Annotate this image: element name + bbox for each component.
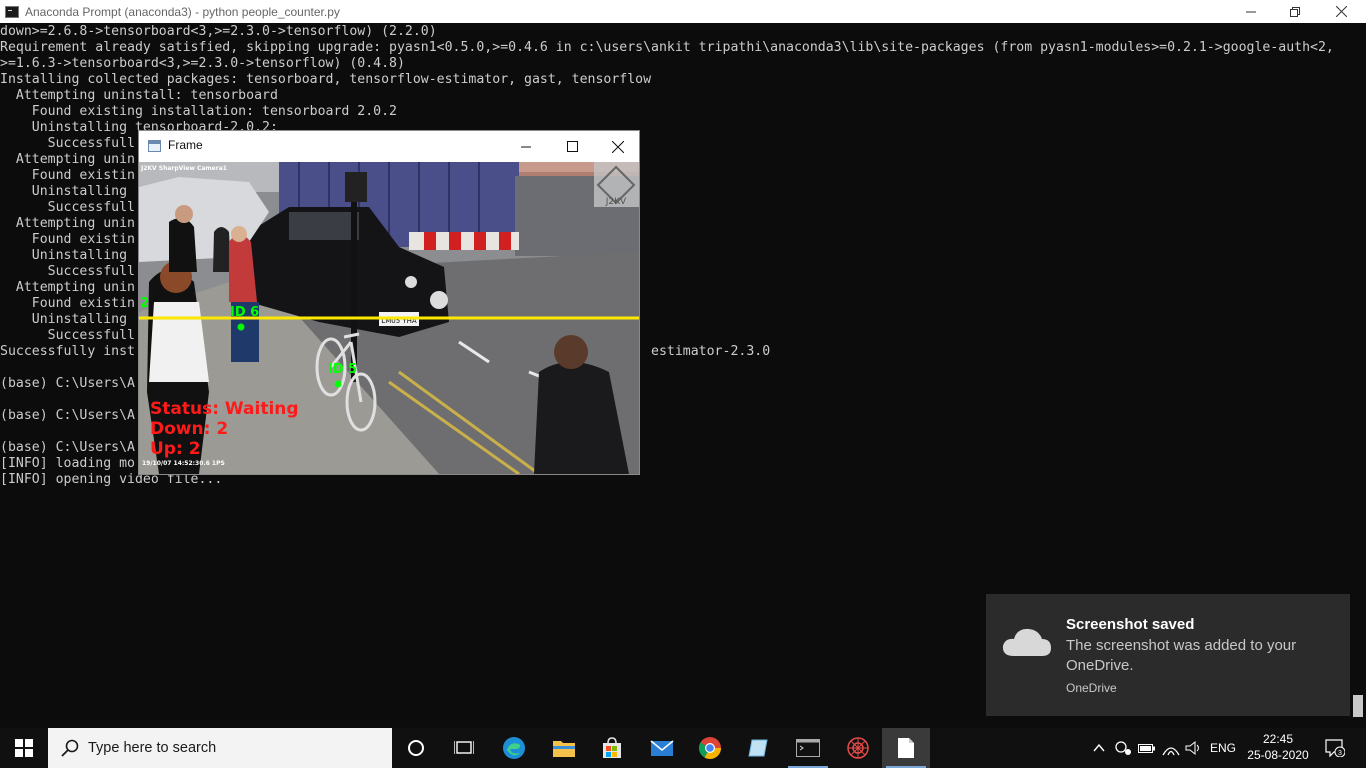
- notepad-app-icon: [748, 739, 768, 757]
- minimize-button[interactable]: [1228, 0, 1274, 23]
- battery-icon: [1138, 744, 1155, 753]
- spider-web-icon: [847, 737, 869, 759]
- taskbar-clock[interactable]: 22:45 25-08-2020: [1238, 731, 1318, 763]
- search-input[interactable]: [88, 740, 368, 756]
- taskbar-store[interactable]: [588, 728, 636, 768]
- minimize-icon: [1246, 11, 1256, 12]
- notification-toast[interactable]: Screenshot saved The screenshot was adde…: [986, 594, 1350, 716]
- frame-window-title: Frame: [168, 138, 203, 152]
- tray-volume[interactable]: [1183, 728, 1205, 768]
- cortana-button[interactable]: [392, 728, 440, 768]
- minimize-icon: [521, 146, 531, 147]
- video-frame: LM05 YHA J2KV J2KV SharpView Camera1 2 I…: [139, 162, 639, 474]
- close-icon: [612, 140, 624, 153]
- track-label-id5: ID 5: [328, 362, 358, 377]
- console-line: down>=2.6.8->tensorboard<3,>=2.3.0->tens…: [0, 24, 437, 39]
- tray-wifi[interactable]: [1160, 728, 1182, 768]
- taskbar-spider-app[interactable]: [834, 728, 882, 768]
- toast-source: OneDrive: [1066, 681, 1117, 695]
- frame-minimize-button[interactable]: [503, 131, 549, 162]
- restore-icon: [1290, 6, 1300, 17]
- console-window-title: Anaconda Prompt (anaconda3) - python peo…: [25, 4, 340, 19]
- cortana-circle-icon: [408, 740, 424, 756]
- scroll-down-arrow-icon[interactable]: ▼: [1350, 706, 1366, 720]
- up-count: Up: 2: [150, 439, 201, 459]
- speaker-icon: [1185, 740, 1199, 756]
- taskbar-mail[interactable]: [638, 728, 686, 768]
- taskbar-edge[interactable]: [490, 728, 538, 768]
- video-timestamp: 19/10/07 14:52:30.6 1PS: [142, 460, 225, 467]
- camera-logo-text: J2KV: [605, 197, 627, 207]
- console-line: Requirement already satisfied, skipping …: [0, 40, 1334, 55]
- line-count-label: 2: [140, 296, 150, 311]
- edge-browser-icon: [503, 737, 525, 759]
- frame-titlebar[interactable]: Frame: [139, 131, 639, 162]
- console-titlebar: Anaconda Prompt (anaconda3) - python peo…: [0, 0, 1366, 23]
- track-centroid-id5: [334, 380, 342, 388]
- notification-badge: 3: [1338, 750, 1342, 757]
- taskbar-file-explorer[interactable]: [540, 728, 588, 768]
- console-app-icon: [5, 5, 19, 18]
- task-view-button[interactable]: [440, 728, 488, 768]
- clock-date: 25-08-2020: [1247, 748, 1309, 762]
- mail-icon: [650, 740, 674, 756]
- search-icon: [61, 739, 79, 757]
- console-line: >=1.6.3->tensorboard<3,>=2.3.0->tensorfl…: [0, 56, 405, 71]
- taskbar-chrome[interactable]: [686, 728, 734, 768]
- close-icon: [1335, 6, 1347, 17]
- frame-window-icon: [148, 140, 161, 152]
- console-line: Attempting uninstall: tensorboard: [0, 88, 278, 103]
- console-line: Installing collected packages: tensorboa…: [0, 72, 652, 87]
- language-indicator[interactable]: ENG: [1206, 728, 1240, 768]
- start-button[interactable]: [0, 728, 48, 768]
- console-scrollbar[interactable]: ▼: [1350, 23, 1366, 728]
- frame-maximize-button[interactable]: [549, 131, 595, 162]
- store-bag-icon: [603, 737, 621, 758]
- status-text: Status: Waiting: [150, 399, 299, 419]
- taskbar-app-blue[interactable]: [734, 728, 782, 768]
- taskbar-command-prompt[interactable]: [784, 728, 832, 768]
- chrome-icon: [699, 737, 721, 759]
- show-hidden-icons-button[interactable]: [1089, 728, 1109, 768]
- notification-icon: 3: [1325, 739, 1345, 757]
- people-network-icon: [1115, 741, 1131, 755]
- console-line: Found existing installation: tensorboard…: [0, 104, 397, 119]
- windows-logo-icon: [15, 739, 33, 757]
- track-label-id6: ID 6: [230, 305, 260, 320]
- camera-label: J2KV SharpView Camera1: [141, 165, 227, 172]
- track-centroid-id6: [237, 323, 245, 331]
- down-count: Down: 2: [150, 419, 229, 439]
- frame-window[interactable]: Frame LM05 YHA J2KV J2KV SharpView Camer…: [138, 130, 640, 475]
- chevron-up-icon: [1093, 744, 1105, 752]
- maximize-icon: [566, 141, 578, 152]
- close-button[interactable]: [1318, 0, 1364, 23]
- tray-battery[interactable]: [1136, 728, 1158, 768]
- taskbar-search-box[interactable]: [48, 728, 392, 768]
- toast-body: The screenshot was added to your OneDriv…: [1066, 637, 1297, 674]
- taskbar-frame-window[interactable]: [882, 728, 930, 768]
- task-view-icon: [454, 741, 474, 754]
- tray-network-meeting[interactable]: [1112, 728, 1134, 768]
- action-center-button[interactable]: 3: [1320, 728, 1350, 768]
- wifi-icon: [1162, 747, 1180, 756]
- restore-button[interactable]: [1272, 0, 1318, 23]
- document-icon: [898, 738, 914, 758]
- clock-time: 22:45: [1262, 732, 1294, 746]
- taskbar: ENG 22:45 25-08-2020 3: [0, 728, 1366, 768]
- folder-icon: [553, 741, 575, 757]
- terminal-icon: [796, 739, 820, 757]
- toast-title: Screenshot saved: [1066, 616, 1195, 633]
- onedrive-cloud-icon: [1002, 628, 1051, 656]
- frame-close-button[interactable]: [595, 131, 641, 162]
